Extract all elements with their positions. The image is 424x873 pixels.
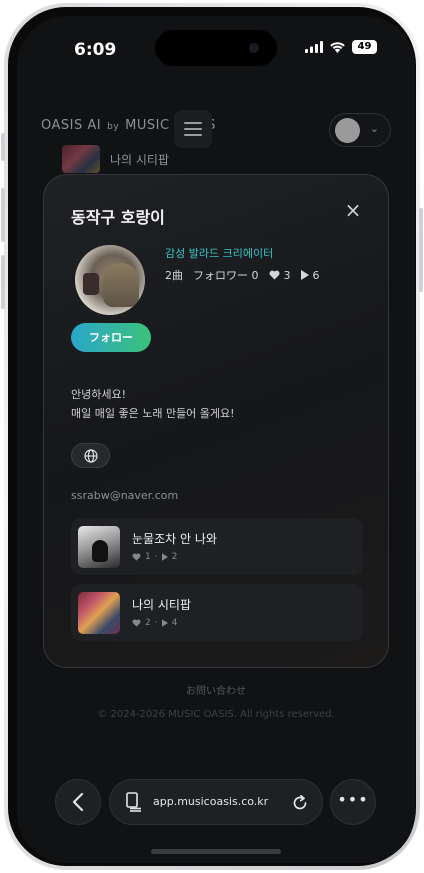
chevron-down-icon: ⌄	[369, 122, 379, 135]
power-button	[419, 208, 423, 292]
close-icon[interactable]: ×	[344, 200, 362, 220]
separator-dot: ·	[154, 552, 158, 562]
song-likes: 2	[145, 618, 151, 628]
screen: 6:09 49 OASIS AI by MUSIC OASIS ⌄ 나의 시티팝…	[17, 16, 415, 863]
back-button[interactable]	[55, 779, 101, 825]
dynamic-island	[155, 30, 277, 66]
user-avatar	[335, 118, 360, 143]
chevron-left-icon	[72, 793, 84, 811]
account-menu-button[interactable]: ⌄	[329, 113, 391, 147]
creator-bio: 안녕하세요! 매일 매일 좋은 노래 만들어 올게요!	[71, 385, 235, 423]
reload-icon[interactable]	[292, 795, 308, 811]
separator-dot: ·	[154, 618, 158, 628]
song-title: 눈물조차 안 나와	[132, 532, 217, 546]
page-menu-icon	[126, 792, 141, 812]
phone-frame: 6:09 49 OASIS AI by MUSIC OASIS ⌄ 나의 시티팝…	[1, 3, 423, 870]
creator-profile-modal: 동작구 호랑이 × 감성 발라드 크리에이터 2曲 フォロワー 0 3 6 フォ…	[43, 174, 389, 668]
home-indicator	[151, 849, 281, 854]
song-thumbnail	[78, 526, 120, 568]
song-item[interactable]: 눈물조차 안 나와 1 · 2	[71, 518, 363, 575]
plays-count: 6	[312, 268, 320, 282]
plays-stat: 6	[300, 268, 320, 282]
globe-icon	[84, 449, 98, 463]
volume-down-button	[1, 255, 5, 309]
background-item-thumbnail	[62, 145, 100, 173]
creator-name: 동작구 호랑이	[71, 208, 165, 227]
follow-button[interactable]: フォロー	[71, 323, 151, 352]
address-bar[interactable]: app.musicoasis.co.kr	[109, 779, 323, 825]
action-button	[1, 133, 5, 161]
logo-oasis-ai: OASIS AI	[41, 118, 102, 133]
app-header: OASIS AI by MUSIC OASIS ⌄	[17, 94, 415, 150]
heart-icon	[132, 619, 141, 627]
heart-icon	[269, 270, 279, 280]
status-icons: 49	[305, 40, 377, 54]
bio-line-2: 매일 매일 좋은 노래 만들어 올게요!	[71, 407, 235, 420]
song-stats: 1 · 2	[132, 552, 177, 562]
wifi-icon	[330, 42, 345, 53]
url-text: app.musicoasis.co.kr	[153, 795, 269, 808]
play-icon	[300, 270, 309, 280]
likes-count: 3	[283, 268, 291, 282]
songs-count: 2曲	[165, 269, 183, 282]
more-options-button[interactable]: •••	[330, 779, 376, 825]
menu-line	[184, 134, 202, 136]
followers-count: フォロワー 0	[193, 269, 259, 282]
battery-indicator: 49	[352, 40, 377, 54]
avatar-cat	[103, 263, 139, 307]
ellipsis-icon: •••	[337, 790, 369, 809]
camera-dot	[249, 43, 259, 53]
phone-bezel: 6:09 49 OASIS AI by MUSIC OASIS ⌄ 나의 시티팝…	[8, 7, 416, 866]
menu-line	[184, 128, 202, 130]
hamburger-menu-button[interactable]	[174, 110, 212, 148]
menu-line	[184, 122, 202, 124]
thumbnail-figure	[92, 540, 108, 562]
logo-by: by	[107, 122, 120, 132]
website-link-button[interactable]	[71, 443, 110, 468]
creator-avatar	[75, 245, 145, 315]
volume-up-button	[1, 188, 5, 242]
status-time: 6:09	[74, 40, 117, 60]
song-item[interactable]: 나의 시티팝 2 · 4	[71, 584, 363, 641]
song-likes: 1	[145, 552, 151, 562]
song-stats: 2 · 4	[132, 618, 177, 628]
play-icon	[161, 619, 168, 627]
play-icon	[161, 553, 168, 561]
contact-link[interactable]: お問い合わせ	[17, 682, 415, 697]
heart-icon	[132, 553, 141, 561]
creator-tagline: 감성 발라드 크리에이터	[165, 247, 274, 260]
song-title: 나의 시티팝	[132, 598, 192, 612]
avatar-mug	[83, 273, 99, 295]
bio-line-1: 안녕하세요!	[71, 388, 127, 401]
signal-icon	[305, 41, 323, 53]
creator-stats: 2曲 フォロワー 0 3 6	[165, 267, 320, 283]
background-item-title: 나의 시티팝	[110, 153, 170, 167]
song-plays: 4	[171, 618, 178, 628]
song-plays: 2	[171, 552, 178, 562]
song-thumbnail	[78, 592, 120, 634]
likes-stat: 3	[269, 269, 291, 282]
copyright-text: © 2024-2026 MUSIC OASIS. All rights rese…	[97, 709, 335, 720]
creator-email: ssrabw@naver.com	[71, 489, 179, 502]
